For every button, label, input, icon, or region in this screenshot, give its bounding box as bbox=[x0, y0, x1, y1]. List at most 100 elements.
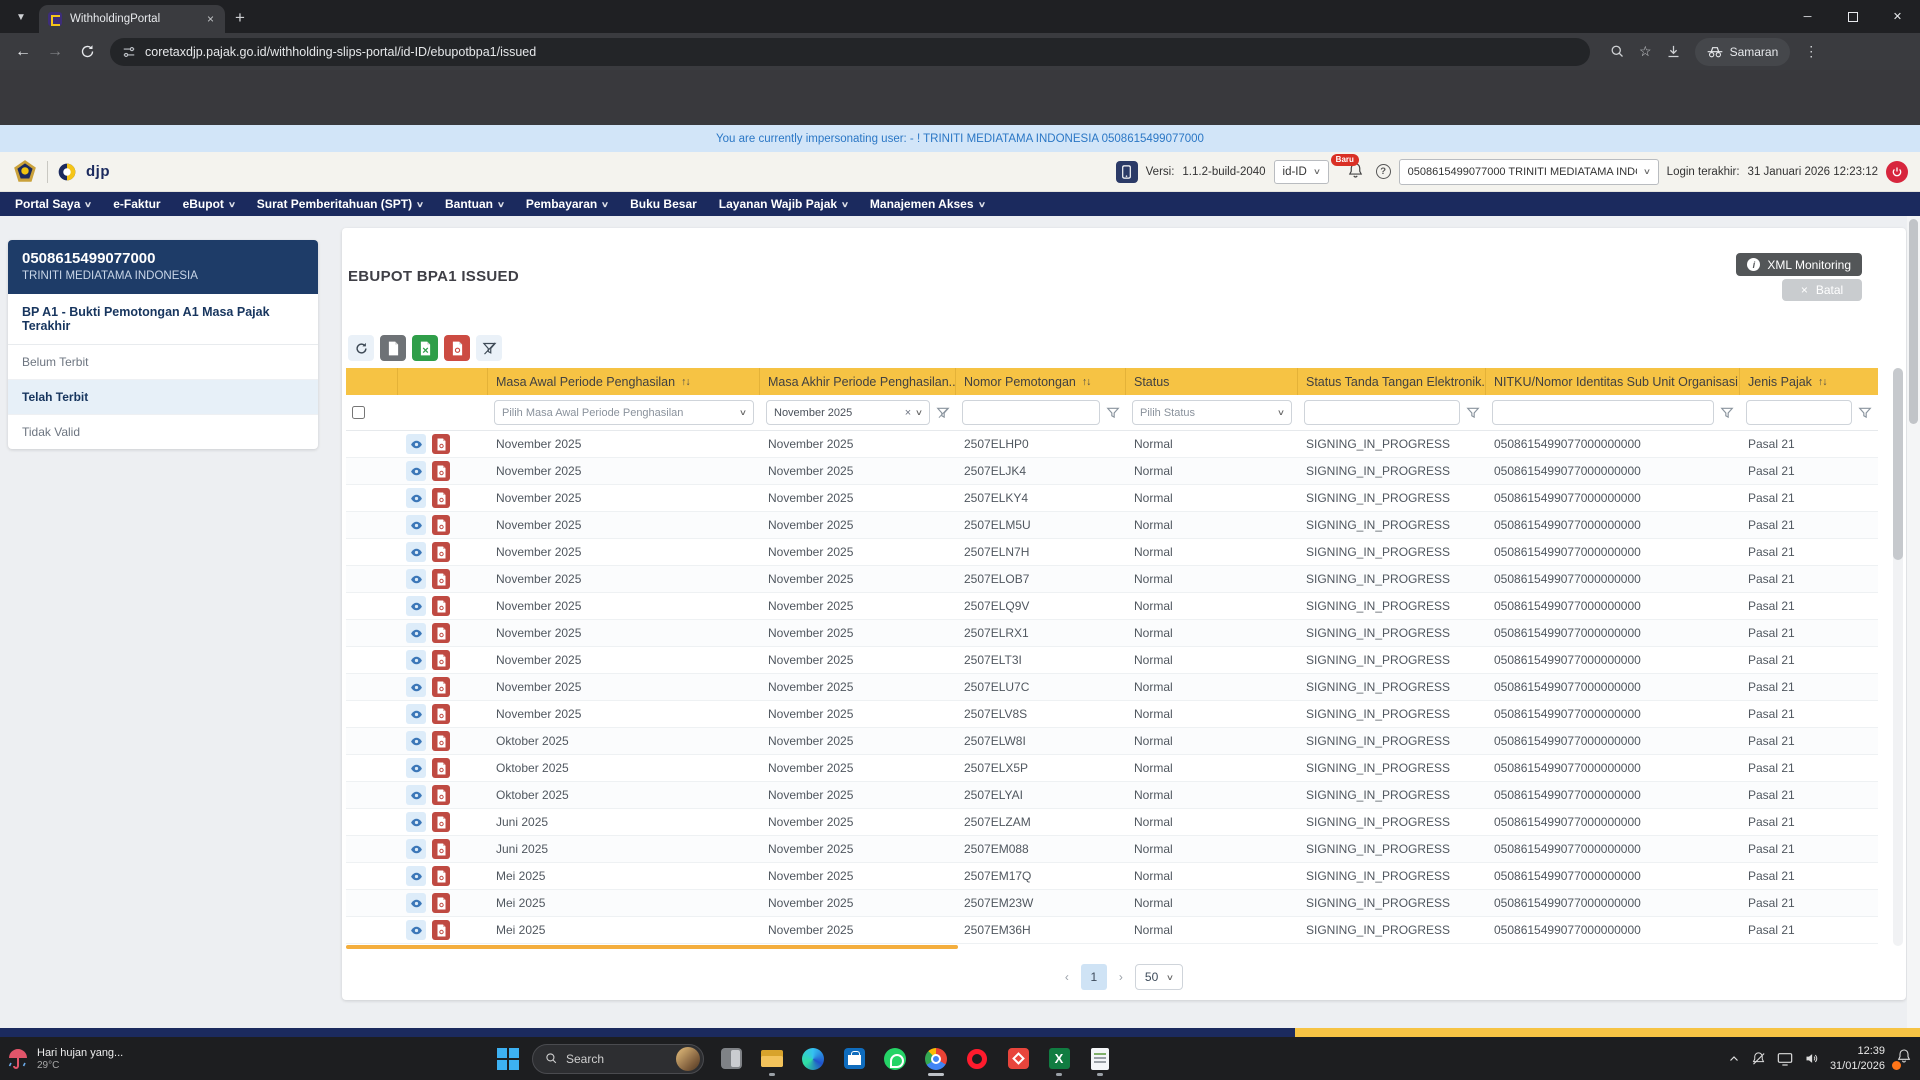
taskbar-microsoft-store-icon[interactable] bbox=[840, 1041, 868, 1077]
view-button[interactable] bbox=[406, 596, 426, 616]
export-excel-button[interactable] bbox=[412, 335, 438, 361]
nav-item-e-faktur[interactable]: e-Faktur bbox=[113, 197, 160, 211]
nav-item-buku-besar[interactable]: Buku Besar bbox=[630, 197, 697, 211]
nitku-filter-input[interactable] bbox=[1492, 400, 1714, 425]
sort-icon[interactable]: ↑↓ bbox=[1818, 376, 1827, 388]
nav-item-surat-pemberitahuan-spt-[interactable]: Surat Pemberitahuan (SPT)∨ bbox=[257, 197, 423, 211]
view-button[interactable] bbox=[406, 731, 426, 751]
tray-chevron-up-icon[interactable] bbox=[1728, 1053, 1740, 1065]
window-maximize-button[interactable] bbox=[1830, 0, 1875, 33]
pdf-download-button[interactable] bbox=[432, 461, 450, 481]
table-scrollbar-thumb[interactable] bbox=[1893, 368, 1903, 560]
view-button[interactable] bbox=[406, 785, 426, 805]
taskbar-chrome-icon[interactable] bbox=[922, 1041, 950, 1077]
start-button[interactable] bbox=[497, 1048, 519, 1070]
taskbar-file-explorer-icon[interactable] bbox=[758, 1041, 786, 1077]
logout-button[interactable] bbox=[1886, 161, 1908, 183]
nav-item-portal-saya[interactable]: Portal Saya∨ bbox=[15, 197, 91, 211]
horizontal-scroll-indicator[interactable] bbox=[346, 945, 958, 949]
next-page-button[interactable]: › bbox=[1119, 970, 1123, 984]
pdf-download-button[interactable] bbox=[432, 785, 450, 805]
clear-filters-button[interactable] bbox=[476, 335, 502, 361]
view-button[interactable] bbox=[406, 542, 426, 562]
sort-icon[interactable]: ↑↓ bbox=[681, 376, 690, 388]
pdf-download-button[interactable] bbox=[432, 893, 450, 913]
view-button[interactable] bbox=[406, 920, 426, 940]
view-button[interactable] bbox=[406, 893, 426, 913]
view-button[interactable] bbox=[406, 488, 426, 508]
column-header-4[interactable]: Nomor Pemotongan↑↓ bbox=[956, 368, 1126, 395]
nomor-filter-input[interactable] bbox=[962, 400, 1100, 425]
filter-icon[interactable] bbox=[1466, 406, 1480, 420]
export-pdf-button[interactable] bbox=[444, 335, 470, 361]
nav-item-ebupot[interactable]: eBupot∨ bbox=[183, 197, 235, 211]
sort-icon[interactable]: ↑↓ bbox=[1082, 376, 1091, 388]
refresh-button[interactable] bbox=[348, 335, 374, 361]
nav-item-pembayaran[interactable]: Pembayaran∨ bbox=[526, 197, 608, 211]
pdf-download-button[interactable] bbox=[432, 623, 450, 643]
jenis-pajak-filter-input[interactable] bbox=[1746, 400, 1852, 425]
nav-item-bantuan[interactable]: Bantuan∨ bbox=[445, 197, 504, 211]
clear-filter-icon[interactable]: × bbox=[905, 407, 911, 419]
column-header-3[interactable]: Masa Akhir Periode Penghasilan... bbox=[760, 368, 956, 395]
taskbar-task-view-icon[interactable] bbox=[717, 1041, 745, 1077]
forward-button[interactable]: → bbox=[40, 37, 70, 67]
browser-tab[interactable]: WithholdingPortal × bbox=[39, 5, 225, 33]
page-size-select[interactable]: 50 ∨ bbox=[1135, 964, 1183, 990]
nav-item-layanan-wajib-pajak[interactable]: Layanan Wajib Pajak∨ bbox=[719, 197, 848, 211]
filter-icon[interactable] bbox=[1858, 406, 1872, 420]
display-icon[interactable] bbox=[1777, 1052, 1793, 1066]
window-scrollbar-thumb[interactable] bbox=[1909, 219, 1918, 424]
url-bar[interactable]: coretaxdjp.pajak.go.id/withholding-slips… bbox=[110, 38, 1590, 66]
volume-icon[interactable] bbox=[1804, 1051, 1819, 1066]
taskbar-notepad-icon[interactable] bbox=[1086, 1041, 1114, 1077]
column-header-8[interactable]: Jenis Pajak↑↓ bbox=[1740, 368, 1878, 395]
view-button[interactable] bbox=[406, 758, 426, 778]
reload-button[interactable] bbox=[72, 37, 102, 67]
notifications-button[interactable]: Baru bbox=[1347, 162, 1364, 182]
locale-select[interactable]: id-ID ∨ bbox=[1274, 160, 1329, 184]
pdf-download-button[interactable] bbox=[432, 434, 450, 454]
pdf-download-button[interactable] bbox=[432, 731, 450, 751]
pdf-download-button[interactable] bbox=[432, 515, 450, 535]
taskbar-excel-icon[interactable]: X bbox=[1045, 1041, 1073, 1077]
incognito-profile-chip[interactable]: Samaran bbox=[1695, 38, 1791, 66]
view-button[interactable] bbox=[406, 812, 426, 832]
notifications-off-icon[interactable] bbox=[1751, 1051, 1766, 1066]
pdf-download-button[interactable] bbox=[432, 488, 450, 508]
taskbar-whatsapp-icon[interactable] bbox=[881, 1041, 909, 1077]
page-number-button[interactable]: 1 bbox=[1081, 964, 1107, 990]
taskbar-red-diamond-app-icon[interactable] bbox=[1004, 1041, 1032, 1077]
pdf-download-button[interactable] bbox=[432, 920, 450, 940]
pdf-download-button[interactable] bbox=[432, 812, 450, 832]
taskbar-search[interactable]: Search bbox=[532, 1044, 704, 1074]
view-button[interactable] bbox=[406, 704, 426, 724]
pdf-download-button[interactable] bbox=[432, 839, 450, 859]
pdf-download-button[interactable] bbox=[432, 866, 450, 886]
table-scrollbar[interactable] bbox=[1893, 368, 1903, 946]
pdf-download-button[interactable] bbox=[432, 650, 450, 670]
taskbar-weather-widget[interactable]: Hari hujan yang... 29°C bbox=[6, 1037, 123, 1080]
masa-akhir-filter-select[interactable]: November 2025 ×∨ bbox=[766, 400, 930, 425]
masa-awal-filter-select[interactable]: Pilih Masa Awal Periode Penghasilan ∨ bbox=[494, 400, 754, 425]
sidebar-item-tidak-valid[interactable]: Tidak Valid bbox=[8, 415, 318, 449]
tab-search-icon[interactable]: ▼ bbox=[9, 7, 33, 27]
prev-page-button[interactable]: ‹ bbox=[1065, 970, 1069, 984]
pdf-download-button[interactable] bbox=[432, 677, 450, 697]
tab-close-icon[interactable]: × bbox=[205, 12, 216, 26]
batal-button[interactable]: × Batal bbox=[1782, 279, 1862, 301]
select-all-checkbox[interactable] bbox=[352, 406, 365, 419]
view-button[interactable] bbox=[406, 434, 426, 454]
column-header-6[interactable]: Status Tanda Tangan Elektronik... bbox=[1298, 368, 1486, 395]
bookmark-star-icon[interactable]: ☆ bbox=[1639, 43, 1652, 60]
back-button[interactable]: ← bbox=[8, 37, 38, 67]
column-header-5[interactable]: Status bbox=[1126, 368, 1298, 395]
window-close-button[interactable]: ✕ bbox=[1875, 0, 1920, 33]
filter-icon[interactable] bbox=[1720, 406, 1734, 420]
view-button[interactable] bbox=[406, 623, 426, 643]
sidebar-item-telah-terbit[interactable]: Telah Terbit bbox=[8, 380, 318, 415]
help-button[interactable]: ? bbox=[1376, 164, 1391, 179]
sidebar-item-belum-terbit[interactable]: Belum Terbit bbox=[8, 345, 318, 380]
column-header-2[interactable]: Masa Awal Periode Penghasilan↑↓ bbox=[488, 368, 760, 395]
zoom-icon[interactable] bbox=[1610, 44, 1625, 59]
